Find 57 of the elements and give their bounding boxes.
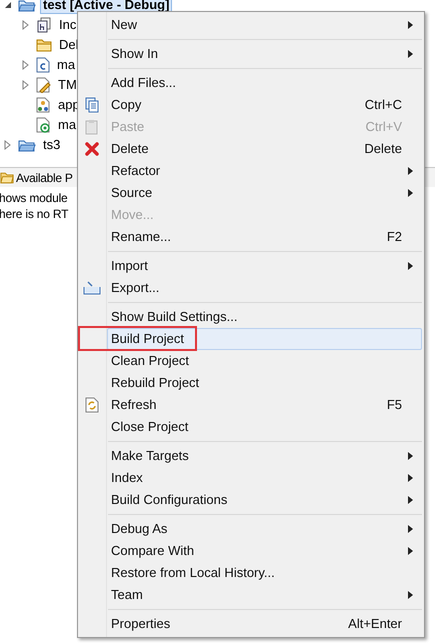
menu-item[interactable]: Clean Project bbox=[107, 350, 422, 372]
menu-item[interactable]: Delete Delete bbox=[107, 138, 422, 160]
panel-text: here is no RT bbox=[0, 206, 70, 222]
menu-item[interactable]: Index bbox=[107, 467, 422, 489]
project-folder-icon bbox=[18, 138, 36, 152]
menu-item[interactable]: Rebuild Project bbox=[107, 372, 422, 394]
project-folder-icon bbox=[18, 0, 36, 12]
submenu-arrow-icon bbox=[408, 189, 413, 197]
menu-item[interactable]: Build Configurations bbox=[107, 489, 422, 511]
menu-item[interactable]: Make Targets bbox=[107, 445, 422, 467]
header-files-icon bbox=[36, 17, 52, 33]
folder-icon bbox=[36, 38, 52, 52]
submenu-arrow-icon bbox=[408, 474, 413, 482]
hierarchy-file-icon bbox=[36, 97, 51, 113]
pencil-file-icon bbox=[36, 77, 51, 93]
panel-tab[interactable]: Available P bbox=[16, 168, 73, 186]
menu-item[interactable]: Refresh F5 bbox=[107, 394, 422, 416]
clipboard-icon bbox=[84, 119, 100, 135]
submenu-arrow-icon bbox=[408, 547, 413, 555]
submenu-arrow-icon bbox=[408, 167, 413, 175]
menu-item[interactable]: Team bbox=[107, 584, 422, 606]
menu-item[interactable]: Refactor bbox=[107, 160, 422, 182]
submenu-arrow-icon bbox=[408, 262, 413, 270]
menu-item[interactable]: Rename... F2 bbox=[107, 226, 422, 248]
menu-item[interactable]: Build Project bbox=[107, 328, 422, 350]
menu-item[interactable]: Import bbox=[107, 255, 422, 277]
submenu-arrow-icon bbox=[408, 496, 413, 504]
menu-item[interactable]: Compare With bbox=[107, 540, 422, 562]
tree-item[interactable]: ma bbox=[54, 56, 78, 74]
menu-item[interactable]: Source bbox=[107, 182, 422, 204]
menu-item[interactable]: Export... bbox=[107, 277, 422, 299]
submenu-arrow-icon bbox=[408, 452, 413, 460]
menu-item[interactable]: Close Project bbox=[107, 416, 422, 438]
submenu-arrow-icon bbox=[408, 21, 413, 29]
copy-icon bbox=[84, 97, 100, 113]
export-icon bbox=[83, 281, 101, 295]
submenu-arrow-icon bbox=[408, 50, 413, 58]
menu-item[interactable]: Show Build Settings... bbox=[107, 306, 422, 328]
menu-item[interactable]: Properties Alt+Enter bbox=[107, 613, 422, 635]
folder-icon bbox=[0, 172, 14, 184]
tree-item[interactable]: TM bbox=[55, 76, 80, 94]
submenu-arrow-icon bbox=[408, 525, 413, 533]
tree-item[interactable]: Inc bbox=[56, 16, 80, 34]
menu-item[interactable]: Add Files... bbox=[107, 72, 422, 94]
panel-text: hows module bbox=[0, 190, 69, 206]
menu-item[interactable]: Debug As bbox=[107, 518, 422, 540]
refresh-file-icon bbox=[84, 397, 100, 413]
delete-icon bbox=[84, 141, 100, 157]
menu-item[interactable]: Copy Ctrl+C bbox=[107, 94, 422, 116]
submenu-arrow-icon bbox=[408, 591, 413, 599]
tree-item[interactable]: ma bbox=[55, 116, 80, 134]
target-file-icon bbox=[36, 117, 51, 133]
menu-item[interactable]: Show In bbox=[107, 43, 422, 65]
menu-item[interactable]: Restore from Local History... bbox=[107, 562, 422, 584]
menu-item[interactable]: New bbox=[107, 14, 422, 36]
tree-item[interactable]: ts3 bbox=[40, 136, 64, 154]
c-file-icon bbox=[36, 57, 50, 73]
